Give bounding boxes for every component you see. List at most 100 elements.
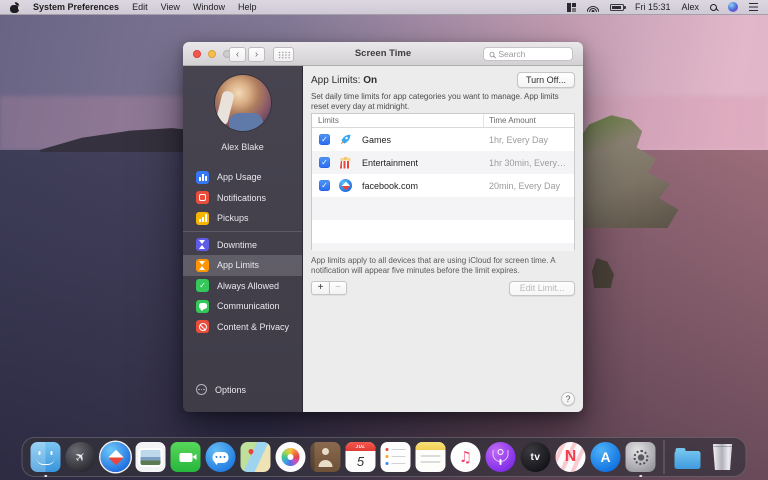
sidebar-item-always-allowed[interactable]: ✓ Always Allowed bbox=[183, 276, 302, 297]
app-badge-icon bbox=[196, 191, 209, 205]
search-field[interactable] bbox=[483, 47, 573, 61]
options-icon bbox=[196, 384, 207, 395]
hourglass-icon bbox=[196, 238, 209, 252]
sidebar-item-app-limits[interactable]: App Limits bbox=[183, 255, 302, 276]
column-time-amount[interactable]: Time Amount bbox=[489, 116, 536, 125]
table-row-empty bbox=[312, 243, 574, 251]
table-row-games[interactable]: ✓ Games 1hr, Every Day bbox=[312, 128, 574, 151]
input-source-icon[interactable] bbox=[566, 2, 576, 12]
remove-limit-button[interactable]: − bbox=[329, 281, 347, 295]
dock-news-icon[interactable]: N bbox=[555, 441, 587, 473]
safari-compass-icon bbox=[339, 179, 352, 192]
dock-appstore-icon[interactable]: A bbox=[590, 441, 622, 473]
turn-off-button[interactable]: Turn Off... bbox=[517, 72, 575, 88]
sidebar-item-pickups[interactable]: Pickups bbox=[183, 208, 302, 229]
sidebar: Alex Blake App Usage Notifications Picku… bbox=[183, 66, 303, 412]
sidebar-item-notifications[interactable]: Notifications bbox=[183, 188, 302, 209]
menu-user[interactable]: Alex bbox=[681, 0, 699, 15]
dock-tv-icon[interactable]: tv bbox=[520, 441, 552, 473]
sidebar-divider bbox=[183, 230, 302, 232]
dock-calendar-icon[interactable]: JUL 5 bbox=[345, 441, 377, 473]
siri-icon[interactable] bbox=[728, 2, 738, 12]
table-row-facebook[interactable]: ✓ facebook.com 20min, Every Day bbox=[312, 174, 574, 197]
speech-bubble-icon bbox=[196, 299, 209, 313]
running-indicator bbox=[639, 474, 642, 477]
dock-separator bbox=[663, 440, 665, 474]
help-button[interactable]: ? bbox=[561, 392, 575, 406]
dock-preview-icon[interactable] bbox=[135, 441, 167, 473]
dock-system-preferences-icon[interactable] bbox=[625, 441, 657, 477]
sidebar-item-label: Content & Privacy bbox=[217, 321, 290, 332]
sidebar-item-label: App Limits bbox=[217, 260, 260, 271]
sidebar-item-label: Notifications bbox=[217, 192, 267, 203]
notification-center-icon[interactable] bbox=[749, 3, 758, 11]
hourglass-icon bbox=[196, 258, 209, 272]
menu-edit[interactable]: Edit bbox=[132, 0, 148, 15]
games-checkbox[interactable]: ✓ bbox=[319, 134, 330, 145]
wifi-icon[interactable] bbox=[586, 3, 599, 12]
table-header[interactable]: Limits Time Amount bbox=[312, 114, 574, 128]
sidebar-options[interactable]: Options bbox=[196, 384, 246, 395]
menu-help[interactable]: Help bbox=[238, 0, 257, 15]
running-indicator bbox=[44, 474, 47, 477]
dock-reminders-icon[interactable] bbox=[380, 441, 412, 473]
sidebar-item-communication[interactable]: Communication bbox=[183, 296, 302, 317]
search-icon bbox=[489, 51, 497, 58]
menu-clock[interactable]: Fri 15:31 bbox=[635, 0, 671, 15]
dock-maps-icon[interactable] bbox=[240, 441, 272, 473]
sidebar-item-label: Communication bbox=[217, 301, 280, 312]
heading-label: App Limits: bbox=[311, 75, 361, 86]
row-time: 1hr 30min, Every… bbox=[489, 157, 567, 168]
dock-safari-icon[interactable] bbox=[100, 441, 132, 473]
edit-limit-button[interactable]: Edit Limit... bbox=[509, 281, 575, 296]
checkmark-icon: ✓ bbox=[196, 279, 209, 293]
dock-launchpad-icon[interactable]: ✈ bbox=[65, 441, 97, 473]
table-row-empty bbox=[312, 197, 574, 220]
menu-app-name[interactable]: System Preferences bbox=[33, 0, 119, 15]
menu-window[interactable]: Window bbox=[193, 0, 225, 15]
options-label: Options bbox=[215, 384, 247, 395]
dock-podcasts-icon[interactable] bbox=[485, 441, 517, 473]
dock-music-icon[interactable]: ♫ bbox=[450, 441, 482, 473]
desktop: System Preferences Edit View Window Help… bbox=[0, 0, 768, 480]
table-row-entertainment[interactable]: ✓ Entertainment 1hr 30min, Every… bbox=[312, 151, 574, 174]
user-avatar[interactable] bbox=[215, 75, 271, 131]
dock-downloads-folder-icon[interactable] bbox=[672, 441, 704, 473]
battery-icon[interactable] bbox=[609, 3, 626, 11]
row-label: Games bbox=[362, 134, 392, 145]
column-divider bbox=[483, 114, 484, 127]
calendar-month: JUL bbox=[345, 442, 376, 451]
add-limit-button[interactable]: + bbox=[311, 281, 329, 295]
calendar-day: 5 bbox=[356, 454, 365, 469]
sidebar-item-downtime[interactable]: Downtime bbox=[183, 235, 302, 256]
dock-photos-icon[interactable] bbox=[275, 441, 307, 473]
dock-facetime-icon[interactable] bbox=[170, 441, 202, 473]
row-time: 20min, Every Day bbox=[489, 180, 561, 191]
entertainment-checkbox[interactable]: ✓ bbox=[319, 157, 330, 168]
dock-notes-icon[interactable] bbox=[415, 441, 447, 473]
dock-finder-icon[interactable] bbox=[30, 441, 62, 477]
menu-bar: System Preferences Edit View Window Help… bbox=[0, 0, 768, 15]
facebook-checkbox[interactable]: ✓ bbox=[319, 180, 330, 191]
dock-contacts-icon[interactable] bbox=[310, 441, 342, 473]
window-titlebar[interactable]: ‹ › Screen Time bbox=[183, 42, 583, 66]
search-input[interactable] bbox=[498, 49, 567, 59]
screen-time-window: ‹ › Screen Time Alex Blake App Usage bbox=[183, 42, 583, 412]
heading-status: On bbox=[363, 75, 378, 86]
row-label: Entertainment bbox=[362, 157, 419, 168]
sidebar-item-app-usage[interactable]: App Usage bbox=[183, 167, 302, 188]
sidebar-item-content-privacy[interactable]: Content & Privacy bbox=[183, 317, 302, 338]
sidebar-item-label: Pickups bbox=[217, 213, 249, 224]
sidebar-items: App Usage Notifications Pickups Downtime bbox=[183, 167, 302, 337]
prohibition-icon bbox=[196, 320, 209, 334]
dock-messages-icon[interactable] bbox=[205, 441, 237, 473]
apple-menu-icon[interactable] bbox=[10, 1, 22, 13]
spotlight-icon[interactable] bbox=[710, 3, 719, 12]
table-row-empty bbox=[312, 220, 574, 243]
pickups-chart-icon bbox=[196, 211, 209, 225]
column-limits[interactable]: Limits bbox=[318, 116, 339, 125]
sidebar-item-label: Downtime bbox=[217, 239, 258, 250]
menu-view[interactable]: View bbox=[161, 0, 180, 15]
dock-trash-icon[interactable] bbox=[707, 441, 739, 473]
footer-note: App limits apply to all devices that are… bbox=[311, 256, 556, 276]
